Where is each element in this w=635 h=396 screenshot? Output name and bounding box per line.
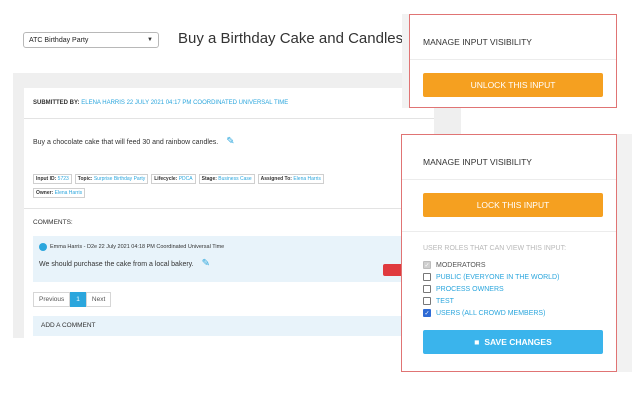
panel-title: MANAGE INPUT VISIBILITY: [423, 157, 532, 167]
page-title: Buy a Birthday Cake and Candles ✎: [178, 30, 422, 47]
save-icon: ■: [474, 337, 480, 347]
tag-value[interactable]: 5723: [58, 176, 69, 182]
role-label: PROCESS OWNERS: [436, 285, 504, 293]
save-label: SAVE CHANGES: [484, 337, 552, 347]
tag-label: Input ID:: [36, 176, 57, 182]
role-public[interactable]: PUBLIC (EVERYONE IN THE WORLD): [423, 273, 559, 281]
tag-lifecycle: Lifecycle: PDCA: [151, 174, 196, 184]
comment-text: We should purchase the cake from a local…: [39, 261, 194, 268]
comment-author-meta: Emma Harris - D2e 22 July 2021 04:18 PM …: [50, 244, 225, 250]
role-test[interactable]: TEST: [423, 297, 454, 305]
owner-tag-row: Owner: Elena Harris: [33, 188, 86, 198]
submitted-label: SUBMITTED BY:: [33, 100, 80, 106]
tag-topic: Topic: Surprise Birthday Party: [74, 174, 149, 184]
tag-value[interactable]: Surprise Birthday Party: [94, 176, 145, 182]
tag-owner: Owner: Elena Harris: [33, 188, 86, 198]
page-title-text: Buy a Birthday Cake and Candles: [178, 30, 404, 47]
event-select[interactable]: ATC Birthday Party ▼: [23, 32, 159, 48]
submitted-by: SUBMITTED BY: ELENA HARRIS 22 JULY 2021 …: [33, 100, 288, 106]
divider: [24, 208, 434, 209]
role-checkbox[interactable]: ✓: [423, 309, 431, 317]
input-tags: Input ID: 5723 Topic: Surprise Birthday …: [33, 174, 324, 184]
tag-label: Topic:: [77, 176, 93, 182]
submitted-value: ELENA HARRIS 22 JULY 2021 04:17 PM COORD…: [81, 100, 289, 106]
panel-title: MANAGE INPUT VISIBILITY: [423, 37, 532, 47]
role-process-owners[interactable]: PROCESS OWNERS: [423, 285, 504, 293]
avatar: [39, 243, 47, 251]
role-label: USERS (ALL CROWD MEMBERS): [436, 309, 546, 317]
roles-heading: USER ROLES THAT CAN VIEW THIS INPUT:: [423, 245, 567, 252]
edit-icon[interactable]: ✎: [202, 258, 210, 269]
tag-label: Stage:: [201, 176, 217, 182]
comments-pagination: Previous 1 Next: [33, 292, 112, 307]
role-label: MODERATORS: [436, 261, 486, 269]
divider: [402, 231, 616, 232]
role-label: PUBLIC (EVERYONE IN THE WORLD): [436, 273, 560, 281]
comment-body: We should purchase the cake from a local…: [39, 258, 210, 269]
tag-value[interactable]: Business Case: [218, 176, 251, 182]
event-select-value: ATC Birthday Party: [29, 36, 89, 44]
manage-visibility-panel-unlock: MANAGE INPUT VISIBILITY UNLOCK THIS INPU…: [409, 14, 617, 108]
tag-stage: Stage: Business Case: [198, 174, 255, 184]
tag-value[interactable]: PDCA: [179, 176, 193, 182]
comment-meta: Emma Harris - D2e 22 July 2021 04:18 PM …: [39, 243, 224, 251]
input-description: Buy a chocolate cake that will feed 30 a…: [33, 136, 235, 147]
description-text: Buy a chocolate cake that will feed 30 a…: [33, 139, 219, 146]
tag-assigned-to: Assigned To: Elena Harris: [257, 174, 324, 184]
role-label: TEST: [436, 297, 454, 305]
add-comment-toggle[interactable]: ADD A COMMENT: [33, 316, 413, 336]
divider: [24, 118, 434, 119]
tag-value[interactable]: Elena Harris: [55, 190, 83, 196]
role-checkbox[interactable]: [423, 285, 431, 293]
tag-value[interactable]: Elena Harris: [293, 176, 321, 182]
comment-item: Emma Harris - D2e 22 July 2021 04:18 PM …: [33, 236, 413, 282]
role-checkbox[interactable]: [423, 273, 431, 281]
pager-previous[interactable]: Previous: [33, 292, 71, 307]
tag-label: Assigned To:: [260, 176, 292, 182]
role-moderators: ✓ MODERATORS: [423, 261, 486, 269]
tag-input-id: Input ID: 5723: [33, 174, 72, 184]
divider: [410, 59, 616, 60]
unlock-input-button[interactable]: UNLOCK THIS INPUT: [423, 73, 603, 97]
comments-label: COMMENTS:: [33, 219, 73, 226]
pager-page-1[interactable]: 1: [70, 292, 86, 307]
tag-label: Owner:: [36, 190, 54, 196]
tag-label: Lifecycle:: [154, 176, 178, 182]
pager-next[interactable]: Next: [85, 292, 112, 307]
role-users[interactable]: ✓ USERS (ALL CROWD MEMBERS): [423, 309, 545, 317]
divider: [402, 179, 616, 180]
lock-input-button[interactable]: LOCK THIS INPUT: [423, 193, 603, 217]
role-checkbox[interactable]: [423, 297, 431, 305]
role-checkbox: ✓: [423, 261, 431, 269]
edit-icon[interactable]: ✎: [226, 136, 234, 147]
chevron-down-icon: ▼: [147, 37, 153, 43]
save-changes-button[interactable]: ■ SAVE CHANGES: [423, 330, 603, 354]
